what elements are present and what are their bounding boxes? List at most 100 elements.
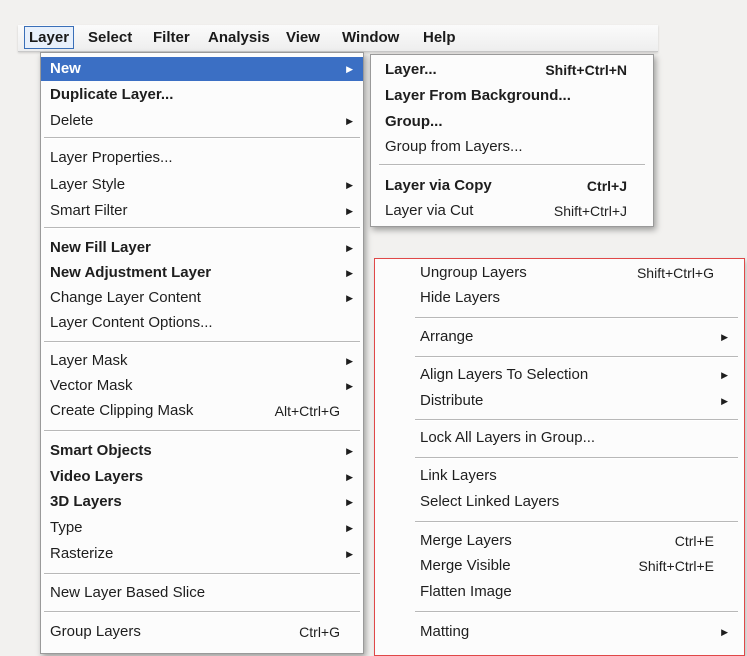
menu-item-smart-filter[interactable]: Smart Filter ▶ xyxy=(41,199,363,223)
menu-item-label: Arrange xyxy=(420,328,474,345)
menubar-view[interactable]: View xyxy=(282,27,324,48)
menu-item-label: New Fill Layer xyxy=(50,239,151,256)
menu-item-label: Layer From Background... xyxy=(385,87,571,104)
menu-item-select-linked-layers[interactable]: Select Linked Layers xyxy=(375,490,744,514)
menu-item-matting[interactable]: Matting ▶ xyxy=(375,620,744,644)
menu-item-label: Smart Filter xyxy=(50,202,128,219)
menubar-filter[interactable]: Filter xyxy=(149,27,194,48)
menu-item-create-clipping-mask[interactable]: Create Clipping Mask Alt+Ctrl+G xyxy=(41,399,363,423)
menu-item-label: Merge Visible xyxy=(420,557,511,574)
menu-item-label: Type xyxy=(50,519,83,536)
menu-item-hide-layers[interactable]: Hide Layers xyxy=(375,286,744,310)
menu-item-distribute[interactable]: Distribute ▶ xyxy=(375,389,744,413)
submenu-arrow-icon: ▶ xyxy=(346,549,353,559)
menu-item-label: Ungroup Layers xyxy=(420,264,527,281)
submenu-arrow-icon: ▶ xyxy=(721,332,728,342)
menu-item-3d-layers[interactable]: 3D Layers ▶ xyxy=(41,490,363,514)
submenu-arrow-icon: ▶ xyxy=(346,243,353,253)
menu-separator xyxy=(44,227,360,229)
submenu-arrow-icon: ▶ xyxy=(346,116,353,126)
menu-item-label: Align Layers To Selection xyxy=(420,366,589,383)
submenu-arrow-icon: ▶ xyxy=(721,370,728,380)
menu-item-label: Layer via Copy xyxy=(385,177,492,194)
submenu-arrow-icon: ▶ xyxy=(721,627,728,637)
menu-item-label: Link Layers xyxy=(420,467,497,484)
menu-separator xyxy=(415,317,738,319)
menu-item-duplicate-layer[interactable]: Duplicate Layer... xyxy=(41,83,363,107)
submenu-arrow-icon: ▶ xyxy=(346,472,353,482)
menu-separator xyxy=(44,341,360,343)
menu-item-type[interactable]: Type ▶ xyxy=(41,516,363,540)
menu-item-shortcut: Shift+Ctrl+N xyxy=(545,62,627,78)
menu-item-ungroup-layers[interactable]: Ungroup Layers Shift+Ctrl+G xyxy=(375,261,744,285)
menu-bar: Layer Select Filter Analysis View Window… xyxy=(18,25,658,52)
submenu-item-group[interactable]: Group... xyxy=(371,110,653,134)
menu-item-new[interactable]: New ▶ xyxy=(41,57,363,81)
menu-item-label: Duplicate Layer... xyxy=(50,86,174,103)
menu-item-new-layer-based-slice[interactable]: New Layer Based Slice xyxy=(41,581,363,605)
menu-item-flatten-image[interactable]: Flatten Image xyxy=(375,580,744,604)
menu-item-merge-visible[interactable]: Merge Visible Shift+Ctrl+E xyxy=(375,554,744,578)
submenu-item-layer-via-cut[interactable]: Layer via Cut Shift+Ctrl+J xyxy=(371,199,653,223)
menu-item-group-layers[interactable]: Group Layers Ctrl+G xyxy=(41,620,363,644)
menu-item-label: New xyxy=(50,60,81,77)
submenu-arrow-icon: ▶ xyxy=(346,206,353,216)
submenu-arrow-icon: ▶ xyxy=(346,356,353,366)
menu-item-arrange[interactable]: Arrange ▶ xyxy=(375,325,744,349)
menu-item-shortcut: Alt+Ctrl+G xyxy=(274,403,340,419)
menubar-select[interactable]: Select xyxy=(84,27,136,48)
new-submenu: Layer... Shift+Ctrl+N Layer From Backgro… xyxy=(370,54,654,227)
menu-item-label: Lock All Layers in Group... xyxy=(420,429,596,446)
submenu-item-layer-via-copy[interactable]: Layer via Copy Ctrl+J xyxy=(371,174,653,198)
menu-item-layer-style[interactable]: Layer Style ▶ xyxy=(41,173,363,197)
menu-separator xyxy=(415,521,738,523)
menu-item-label: Distribute xyxy=(420,392,484,409)
menu-item-label: Select Linked Layers xyxy=(420,493,560,510)
menu-item-vector-mask[interactable]: Vector Mask ▶ xyxy=(41,374,363,398)
layer-menu: New ▶ Duplicate Layer... Delete ▶ Layer … xyxy=(40,52,364,654)
menu-item-delete[interactable]: Delete ▶ xyxy=(41,109,363,133)
menu-item-label: Change Layer Content xyxy=(50,289,201,306)
menu-item-label: Group Layers xyxy=(50,623,141,640)
menu-item-shortcut: Ctrl+J xyxy=(586,178,627,194)
submenu-arrow-icon: ▶ xyxy=(721,396,728,406)
menu-item-shortcut: Ctrl+G xyxy=(299,624,340,640)
menu-item-rasterize[interactable]: Rasterize ▶ xyxy=(41,542,363,566)
submenu-item-group-from-layers[interactable]: Group from Layers... xyxy=(371,135,653,159)
menu-item-label: New Adjustment Layer xyxy=(50,264,212,281)
menu-item-label: Layer via Cut xyxy=(385,202,474,219)
menu-item-merge-layers[interactable]: Merge Layers Ctrl+E xyxy=(375,529,744,553)
menu-item-layer-content-options[interactable]: Layer Content Options... xyxy=(41,311,363,335)
menubar-analysis[interactable]: Analysis xyxy=(204,27,274,48)
menubar-window[interactable]: Window xyxy=(338,27,403,48)
menu-item-video-layers[interactable]: Video Layers ▶ xyxy=(41,465,363,489)
menu-item-new-adjustment-layer[interactable]: New Adjustment Layer ▶ xyxy=(41,261,363,285)
menu-item-label: Layer Mask xyxy=(50,352,128,369)
menu-item-label: Delete xyxy=(50,112,94,129)
menu-item-layer-mask[interactable]: Layer Mask ▶ xyxy=(41,349,363,373)
submenu-item-layer[interactable]: Layer... Shift+Ctrl+N xyxy=(371,58,653,82)
menu-item-align-layers-to-selection[interactable]: Align Layers To Selection ▶ xyxy=(375,363,744,387)
menubar-help[interactable]: Help xyxy=(419,27,460,48)
menu-item-label: Video Layers xyxy=(50,468,144,485)
menu-separator xyxy=(44,430,360,432)
menu-item-change-layer-content[interactable]: Change Layer Content ▶ xyxy=(41,286,363,310)
menu-item-shortcut: Ctrl+E xyxy=(674,533,714,549)
menu-item-layer-properties[interactable]: Layer Properties... xyxy=(41,146,363,170)
submenu-item-layer-from-background[interactable]: Layer From Background... xyxy=(371,84,653,108)
menu-item-label: Layer Content Options... xyxy=(50,314,213,331)
menu-separator xyxy=(44,137,360,139)
menu-item-lock-all-layers-in-group[interactable]: Lock All Layers in Group... xyxy=(375,426,744,450)
menu-item-label: Rasterize xyxy=(50,545,114,562)
menu-item-label: Group from Layers... xyxy=(385,138,523,155)
menu-item-smart-objects[interactable]: Smart Objects ▶ xyxy=(41,439,363,463)
submenu-arrow-icon: ▶ xyxy=(346,64,353,74)
submenu-arrow-icon: ▶ xyxy=(346,497,353,507)
submenu-arrow-icon: ▶ xyxy=(346,268,353,278)
menu-separator xyxy=(379,164,645,166)
menu-separator xyxy=(44,573,360,575)
menu-separator xyxy=(415,457,738,459)
menu-item-link-layers[interactable]: Link Layers xyxy=(375,464,744,488)
menu-item-new-fill-layer[interactable]: New Fill Layer ▶ xyxy=(41,236,363,260)
menubar-layer[interactable]: Layer xyxy=(24,26,75,49)
